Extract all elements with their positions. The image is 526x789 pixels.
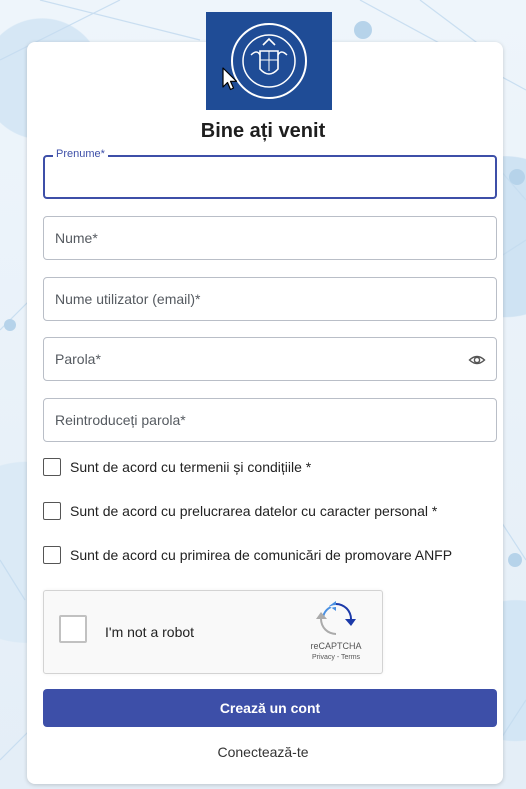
personal-data-checkbox[interactable] xyxy=(43,502,61,520)
terms-checkbox[interactable] xyxy=(43,458,61,476)
recaptcha-privacy-terms[interactable]: Privacy - Terms xyxy=(296,654,376,661)
mouse-cursor-icon xyxy=(222,67,238,91)
first-name-label: Prenume* xyxy=(53,148,108,160)
eye-icon[interactable] xyxy=(468,351,486,369)
login-link[interactable]: Conectează-te xyxy=(0,744,526,760)
government-logo xyxy=(206,12,332,110)
last-name-field[interactable]: Nume* xyxy=(43,216,497,260)
government-seal-icon xyxy=(231,23,307,99)
confirm-password-field[interactable]: Reintroduceți parola* xyxy=(43,398,497,442)
terms-checkbox-row[interactable]: Sunt de acord cu termenii și condițiile … xyxy=(43,457,311,477)
username-field[interactable]: Nume utilizator (email)* xyxy=(43,277,497,321)
confirm-password-placeholder: Reintroduceți parola* xyxy=(55,412,186,428)
promotion-checkbox-label: Sunt de acord cu primirea de comunicări … xyxy=(70,547,453,563)
recaptcha-label: I'm not a robot xyxy=(105,624,195,640)
recaptcha-checkbox[interactable] xyxy=(59,615,87,643)
username-placeholder: Nume utilizator (email)* xyxy=(55,291,201,307)
create-account-button[interactable]: Crează un cont xyxy=(43,689,497,727)
recaptcha-widget: I'm not a robot reCAPTCHA Privacy - Term… xyxy=(43,590,383,674)
password-placeholder: Parola* xyxy=(55,351,101,367)
first-name-field[interactable]: Prenume* xyxy=(43,148,497,199)
promotion-checkbox[interactable] xyxy=(43,546,61,564)
page-title: Bine ați venit xyxy=(200,120,326,142)
last-name-placeholder: Nume* xyxy=(55,230,98,246)
personal-data-checkbox-row[interactable]: Sunt de acord cu prelucrarea datelor cu … xyxy=(43,501,437,521)
recaptcha-logo-icon xyxy=(316,601,356,635)
password-field[interactable]: Parola* xyxy=(43,337,497,381)
recaptcha-brand: reCAPTCHA xyxy=(310,641,362,651)
terms-checkbox-label: Sunt de acord cu termenii și condițiile … xyxy=(70,459,312,475)
personal-data-checkbox-label: Sunt de acord cu prelucrarea datelor cu … xyxy=(70,503,438,519)
promotion-checkbox-row[interactable]: Sunt de acord cu primirea de comunicări … xyxy=(43,545,452,565)
